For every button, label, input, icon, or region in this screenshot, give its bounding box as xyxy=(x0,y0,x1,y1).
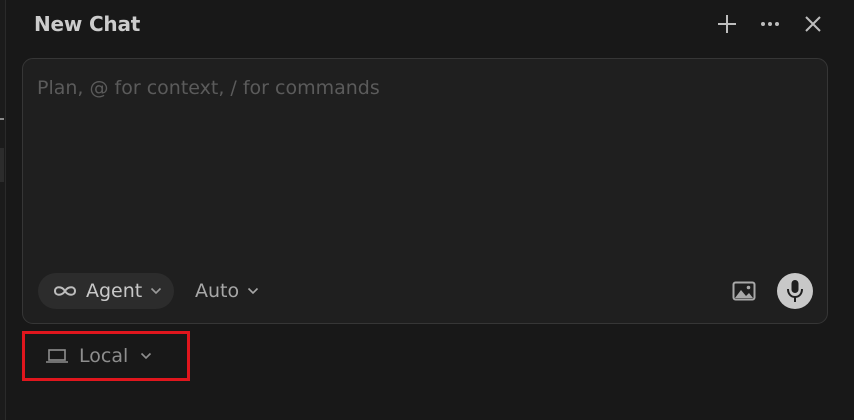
attach-image-button[interactable] xyxy=(729,277,759,305)
voice-input-button[interactable] xyxy=(777,273,813,309)
laptop-icon xyxy=(46,349,68,363)
ellipsis-icon xyxy=(761,22,779,26)
left-panel-edge xyxy=(0,0,6,420)
edge-tick xyxy=(0,118,4,120)
close-button[interactable] xyxy=(799,10,827,38)
model-selector[interactable]: Auto xyxy=(195,273,259,309)
microphone-icon xyxy=(787,280,803,302)
image-icon xyxy=(732,281,756,301)
chat-input[interactable] xyxy=(37,77,797,257)
environment-selector[interactable]: Local xyxy=(22,331,190,381)
chevron-down-icon xyxy=(151,287,162,295)
new-chat-button[interactable] xyxy=(713,10,741,38)
chat-header: New Chat xyxy=(0,0,854,50)
chevron-down-icon xyxy=(141,352,152,360)
close-icon xyxy=(805,16,821,32)
infinity-icon xyxy=(53,286,77,296)
mode-label: Agent xyxy=(86,280,143,302)
plus-icon xyxy=(718,15,736,33)
chat-title: New Chat xyxy=(34,12,141,36)
model-label: Auto xyxy=(195,280,240,302)
chat-composer: Agent Auto xyxy=(22,58,828,324)
edge-scroll-marker xyxy=(0,148,4,182)
mode-selector[interactable]: Agent xyxy=(38,273,175,309)
more-options-button[interactable] xyxy=(756,10,784,38)
chevron-down-icon xyxy=(248,287,259,295)
environment-label: Local xyxy=(79,345,129,367)
